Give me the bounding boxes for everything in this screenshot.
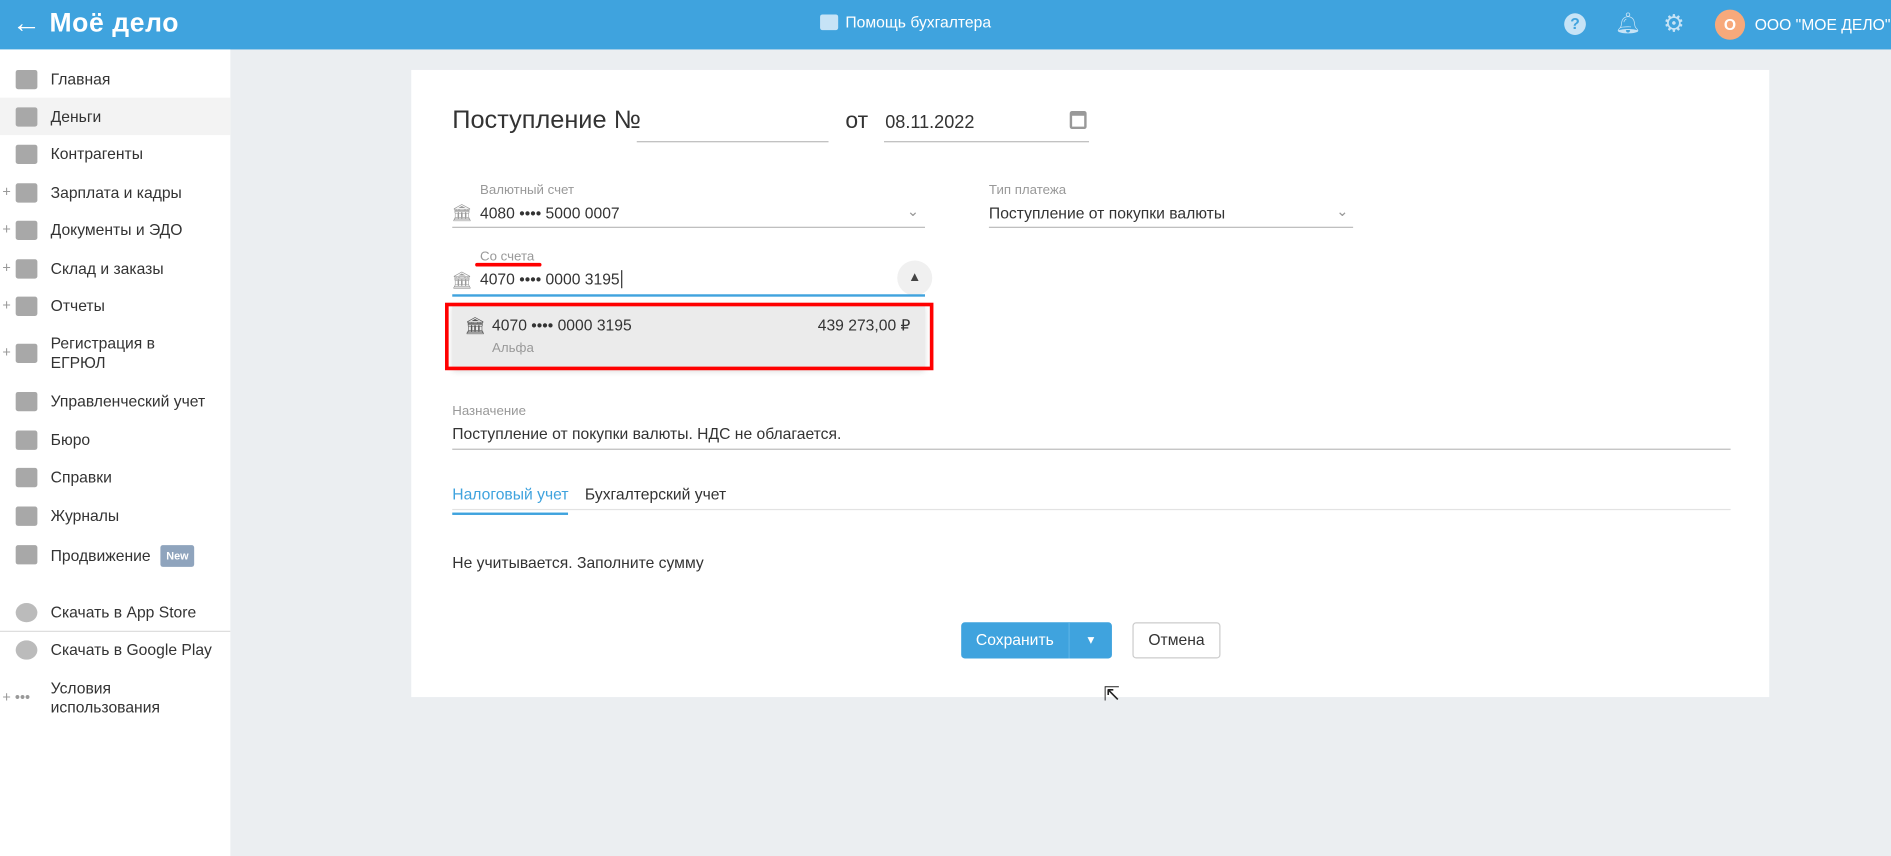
sidebar-item-label: Продвижение New <box>51 544 195 567</box>
expand-plus-icon[interactable]: + <box>2 344 10 361</box>
sidebar-link-label: Скачать в Google Play <box>50 640 212 659</box>
menu-icon <box>15 505 38 526</box>
sidebar-item-label: Справки <box>50 467 112 486</box>
sidebar-item[interactable]: Деньги <box>0 97 231 136</box>
expand-plus-icon[interactable]: + <box>2 259 10 276</box>
sidebar-item[interactable]: Главная <box>0 60 230 97</box>
expand-plus-icon[interactable]: + ••• <box>2 689 30 706</box>
sidebar-item-label: Регистрация в ЕГРЮЛ <box>50 334 155 372</box>
sidebar-divider <box>0 630 231 632</box>
chevron-down-icon[interactable]: ⌄ <box>907 203 919 220</box>
date-input[interactable]: 08.11.2022 <box>885 112 974 133</box>
sidebar-link-label: Скачать в App Store <box>50 603 197 622</box>
sidebar-item-label: Документы и ЭДО <box>50 220 183 239</box>
menu-icon <box>15 391 38 411</box>
expand-plus-icon[interactable]: + <box>2 220 10 237</box>
sidebar-item-label: Журналы <box>50 505 120 525</box>
sidebar-item[interactable]: Журналы <box>0 497 230 534</box>
avatar[interactable]: О <box>1714 9 1746 40</box>
cash-register-icon <box>820 14 839 31</box>
payment-form: Поступление № от 08.11.2022 Валютный сче… <box>411 69 1770 698</box>
back-arrow-icon[interactable]: ← <box>12 7 41 41</box>
sidebar-item[interactable]: Контрагенты <box>0 135 230 172</box>
chevron-up-icon[interactable]: ▲ <box>897 260 933 296</box>
currency-account-select[interactable]: 4080 •••• 5000 0007 <box>480 204 620 222</box>
sidebar-item-label: Отчеты <box>50 296 105 315</box>
gear-icon[interactable]: ⚙ <box>1663 12 1685 36</box>
mouse-cursor-icon: ⇱ <box>1103 685 1120 706</box>
sidebar-item[interactable]: Справки <box>0 458 230 495</box>
from-account-input[interactable]: 4070 •••• 0000 3195 <box>480 270 623 289</box>
menu-icon <box>15 69 38 89</box>
menu-icon <box>15 106 38 127</box>
save-button-group: Сохранить ▾ <box>961 622 1112 659</box>
sidebar-bottom-link[interactable]: + ••• Условия использования <box>0 671 230 726</box>
accountant-help-link[interactable]: Помощь бухгалтера <box>820 13 991 31</box>
menu-icon <box>15 258 38 278</box>
bank-icon: 🏛︎ <box>451 270 473 290</box>
menu-icon <box>15 296 38 316</box>
sidebar-item-label: Зарплата и кадры <box>50 182 182 201</box>
menu-icon <box>15 429 38 450</box>
number-input[interactable] <box>636 141 829 143</box>
sidebar-item[interactable]: Бюро <box>0 421 230 458</box>
sidebar-bottom-link[interactable]: Скачать в Google Play <box>0 632 230 669</box>
sidebar-item[interactable]: + Регистрация в ЕГРЮЛ <box>0 326 230 381</box>
chevron-down-icon[interactable]: ⌄ <box>1336 203 1348 220</box>
purpose-input[interactable]: Поступление от покупки валюты. НДС не об… <box>452 425 841 443</box>
menu-icon <box>15 220 38 240</box>
help-icon[interactable]: ? <box>1564 13 1586 35</box>
menu-icon <box>15 343 38 364</box>
purpose-label: Назначение <box>452 404 526 419</box>
sidebar-item[interactable]: + Склад и заказы <box>0 250 230 287</box>
sidebar-item-label: Управленческий учет <box>50 391 206 410</box>
sidebar-item[interactable]: + Документы и ЭДО <box>0 211 230 248</box>
sidebar-item-label: Склад и заказы <box>50 258 164 277</box>
sidebar-item-label: Главная <box>50 69 111 88</box>
red-highlight-box <box>445 302 934 371</box>
sidebar-item[interactable]: Продвижение New <box>0 535 230 572</box>
sidebar-item[interactable]: + Зарплата и кадры <box>0 174 230 211</box>
red-underline-annotation <box>475 262 542 267</box>
tab-tax-accounting[interactable]: Налоговый учет <box>452 485 569 515</box>
top-header: ← Моё дело Помощь бухгалтера ? 🔔︎ ⚙ О ОО… <box>0 0 1891 50</box>
sidebar-item[interactable]: + Отчеты <box>0 287 230 324</box>
calendar-icon[interactable] <box>1069 110 1087 130</box>
new-badge: New <box>160 544 195 567</box>
payment-type-select[interactable]: Поступление от покупки валюты <box>989 204 1225 222</box>
sidebar-item[interactable]: Управленческий учет <box>0 382 230 419</box>
sidebar-item-label: Бюро <box>50 429 91 449</box>
sidebar-bottom-link[interactable]: Скачать в App Store <box>0 595 230 632</box>
tax-note: Не учитывается. Заполните сумму <box>452 553 704 572</box>
accountant-help-label: Помощь бухгалтера <box>845 13 992 32</box>
menu-icon <box>15 544 38 564</box>
payment-type-label: Тип платежа <box>988 183 1067 198</box>
menu-icon <box>15 182 38 203</box>
date-prefix: от <box>845 108 869 134</box>
apple-icon <box>15 603 38 623</box>
sidebar-item-label: Контрагенты <box>50 144 143 163</box>
tab-bookkeeping[interactable]: Бухгалтерский учет <box>585 485 726 503</box>
save-button[interactable]: Сохранить <box>961 622 1068 658</box>
from-account-underline <box>452 294 926 297</box>
bell-icon[interactable]: 🔔︎ <box>1615 13 1641 35</box>
save-options-chevron-icon[interactable]: ▾ <box>1070 622 1112 658</box>
menu-icon <box>15 144 38 164</box>
cancel-button[interactable]: Отмена <box>1132 622 1221 659</box>
sidebar-link-label: Условия использования <box>50 678 160 717</box>
currency-account-label: Валютный счет <box>479 183 575 198</box>
expand-plus-icon[interactable]: + <box>2 183 10 200</box>
menu-icon <box>15 467 38 487</box>
logo[interactable]: Моё дело <box>49 7 179 38</box>
google-play-icon <box>15 640 38 660</box>
sidebar-item-label: Деньги <box>50 106 102 125</box>
bank-icon: 🏛︎ <box>451 202 473 222</box>
page-title: Поступление № <box>452 106 641 134</box>
expand-plus-icon[interactable]: + <box>2 296 10 313</box>
org-name[interactable]: ООО "МОЕ ДЕЛО" <box>1755 16 1891 34</box>
sidebar: Главная Деньги Контрагенты + Зарплата и кадр… <box>0 49 231 856</box>
